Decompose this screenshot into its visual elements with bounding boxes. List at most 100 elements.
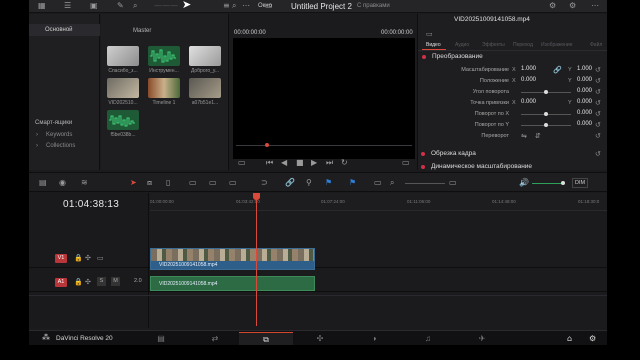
zoom-icon[interactable]: ⌕ — [133, 2, 137, 10]
fullscreen-icon[interactable]: ▭ — [402, 159, 410, 167]
viewer-screen[interactable] — [233, 38, 415, 159]
media-pool-icon[interactable]: ▦ — [38, 2, 46, 10]
list-view-icon[interactable]: ≡ — [223, 2, 230, 10]
param-value-x[interactable]: 1.000 — [521, 66, 536, 72]
section-enabled-dot[interactable] — [421, 165, 425, 169]
tab-effects[interactable]: Эффекты — [482, 42, 505, 48]
section-enabled-dot[interactable] — [422, 55, 426, 59]
chevron-right-icon[interactable]: › — [36, 132, 38, 138]
section-enabled-dot[interactable] — [421, 152, 425, 156]
reset-icon[interactable]: ↺ — [595, 66, 601, 74]
reset-icon[interactable]: ↺ — [595, 110, 601, 118]
skip-back-icon[interactable]: ⏮ — [266, 159, 273, 167]
keywords-bin[interactable]: Keywords — [46, 132, 72, 138]
zoom-fit-icon[interactable]: ▭ — [374, 179, 382, 187]
solo-button[interactable]: S — [97, 277, 106, 286]
clip-thumbnail[interactable] — [107, 46, 139, 66]
scrubber-bar[interactable] — [236, 145, 412, 146]
collections-bin[interactable]: Collections — [46, 143, 75, 149]
layout-icon[interactable]: ▤ — [39, 179, 47, 187]
param-value-y[interactable]: 0.000 — [577, 77, 592, 83]
snapping-icon[interactable]: ⊃ — [261, 179, 268, 187]
trim-tool-icon[interactable]: ⧈ — [147, 179, 152, 187]
page-fairlight[interactable]: ♫ — [401, 332, 455, 345]
clip-thumbnail[interactable] — [189, 78, 221, 98]
zoom-out-icon[interactable]: ⌕ — [390, 179, 394, 187]
page-deliver[interactable]: ✈ — [455, 332, 509, 345]
volume-handle[interactable] — [561, 181, 565, 185]
bin-main[interactable]: Основной — [29, 24, 100, 36]
param-value-y[interactable]: 0.000 — [577, 99, 592, 105]
param-value[interactable]: 0.000 — [577, 88, 592, 94]
edit-index-icon[interactable]: ▣ — [90, 2, 98, 10]
param-slider-handle[interactable] — [544, 112, 548, 116]
audio-icon[interactable]: ≋ — [81, 179, 88, 187]
search-icon[interactable]: ⌕ — [232, 2, 236, 10]
settings-icon[interactable]: ⚙ — [589, 335, 596, 343]
viewer-mode-icon[interactable]: ▭ — [238, 159, 246, 167]
reset-icon[interactable]: ↺ — [595, 88, 601, 96]
param-value-y[interactable]: 1.000 — [577, 66, 592, 72]
zoom-slider[interactable] — [405, 183, 445, 184]
reset-icon[interactable]: ↺ — [595, 121, 601, 129]
record-icon[interactable]: ◉ — [59, 179, 66, 187]
audio-clip-thumbnail[interactable] — [107, 110, 139, 130]
page-cut[interactable]: ⇄ — [188, 332, 242, 345]
param-value-x[interactable]: 0.000 — [521, 99, 536, 105]
flip-vertical-icon[interactable]: ⇵ — [535, 132, 541, 140]
audio-clip[interactable]: VID20251009141058.mp4 — [150, 276, 315, 291]
section-crop[interactable]: Обрезка кадра — [431, 150, 476, 157]
settings-icon[interactable]: ⚙ — [569, 2, 576, 10]
flip-horizontal-icon[interactable]: ⇋ — [521, 132, 527, 140]
replace-icon[interactable]: ▭ — [229, 179, 237, 187]
scrubber-handle[interactable] — [265, 143, 269, 147]
page-edit[interactable]: ⧉ — [239, 332, 293, 345]
timeline-thumbnail[interactable] — [148, 78, 180, 98]
tab-audio[interactable]: Аудио — [455, 42, 469, 48]
auto-select-icon[interactable]: ✣ — [85, 278, 91, 286]
overwrite-icon[interactable]: ▭ — [209, 179, 217, 187]
video-clip[interactable]: VID20251009141058.mp4 — [150, 248, 315, 270]
dim-button[interactable]: DIM — [572, 178, 589, 188]
reset-icon[interactable]: ↺ — [595, 77, 601, 85]
auto-select-icon[interactable]: ✣ — [85, 254, 91, 262]
stop-icon[interactable]: ■ — [296, 159, 304, 167]
more-icon[interactable]: ⋯ — [242, 2, 250, 10]
window-menu[interactable]: Окно — [258, 3, 272, 9]
rewind-icon[interactable]: ◀ — [281, 159, 287, 167]
playhead-handle[interactable] — [253, 193, 260, 200]
clip-thumbnail[interactable] — [107, 78, 139, 98]
param-slider-handle[interactable] — [544, 123, 548, 127]
link-icon[interactable]: 🔗 — [553, 66, 562, 74]
volume-icon[interactable]: 🔊 — [519, 179, 529, 187]
zoom-in-icon[interactable]: ▭ — [449, 179, 457, 187]
page-color[interactable]: ◑ — [347, 332, 401, 345]
lock-icon[interactable]: 🔒 — [74, 278, 83, 286]
param-value[interactable]: 0.000 — [577, 110, 592, 116]
playhead[interactable] — [256, 193, 257, 326]
mute-button[interactable]: M — [111, 277, 120, 286]
reset-icon[interactable]: ↺ — [595, 150, 601, 158]
inspector-toggle-icon[interactable]: ⚙ — [549, 2, 556, 10]
section-dynamic-zoom[interactable]: Динамическое масштабирование — [431, 163, 532, 170]
track-visibility-icon[interactable]: ▭ — [97, 254, 104, 262]
flag-icon[interactable]: ⚑ — [325, 179, 332, 187]
section-transform[interactable]: Преобразование — [432, 53, 483, 60]
marker-icon[interactable]: ⚑ — [349, 179, 356, 187]
video-tab-icon[interactable]: ▭ — [426, 30, 433, 38]
selection-tool-icon[interactable]: ➤ — [130, 179, 137, 187]
zoom-slider[interactable]: ——— — [154, 2, 178, 10]
param-value[interactable]: 0.000 — [577, 121, 592, 127]
position-lock-icon[interactable]: ⚲ — [306, 179, 312, 187]
volume-slider[interactable] — [532, 183, 564, 184]
reset-icon[interactable]: ↺ — [595, 99, 601, 107]
chevron-right-icon[interactable]: › — [36, 143, 38, 149]
insert-icon[interactable]: ▭ — [189, 179, 197, 187]
time-ruler[interactable]: 01:00:00:00 01:03:42:00 01:07:24:00 01:1… — [150, 193, 607, 211]
effects-icon[interactable]: ☰ — [64, 2, 71, 10]
param-slider-handle[interactable] — [544, 90, 548, 94]
blade-tool-icon[interactable]: ▯ — [166, 179, 170, 187]
more-options-icon[interactable]: ⋯ — [591, 2, 599, 10]
sound-library-icon[interactable]: ✎ — [117, 2, 124, 10]
page-fusion[interactable]: ✣ — [293, 332, 347, 345]
